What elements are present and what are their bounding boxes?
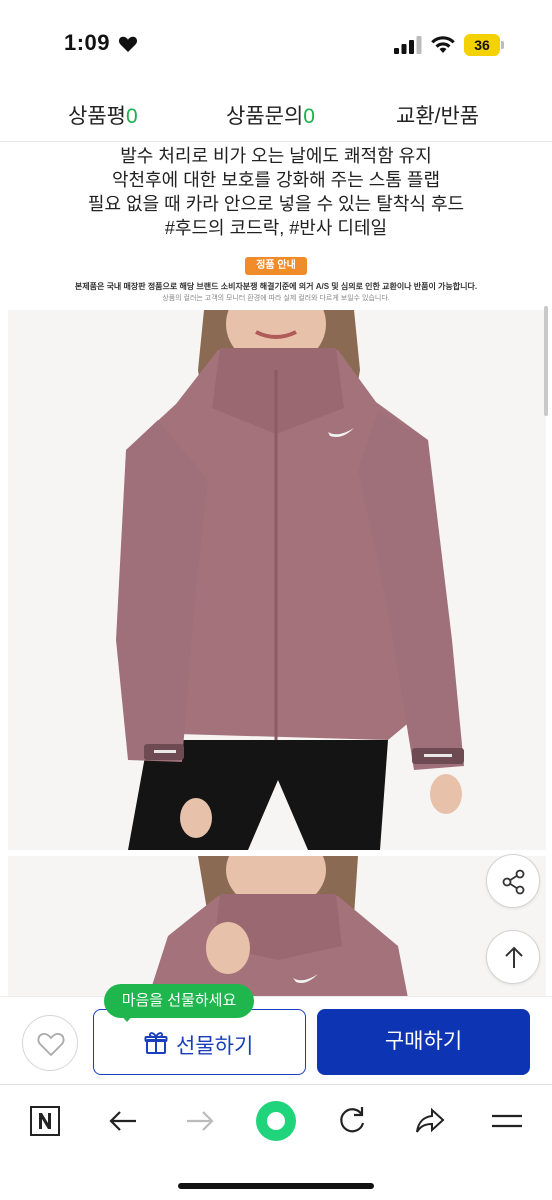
tab-reviews-label: 상품평 xyxy=(68,105,126,128)
cellular-signal-icon xyxy=(394,36,422,54)
status-time: 1:09 xyxy=(64,30,111,55)
home-icon xyxy=(267,1112,285,1130)
naver-home-button[interactable] xyxy=(27,1103,63,1139)
product-image-second xyxy=(8,856,546,998)
battery-level: 36 xyxy=(464,34,500,56)
menu-icon xyxy=(492,1114,522,1128)
tab-inquiry-count: 0 xyxy=(303,105,315,128)
description-line: 발수 처리로 비가 오는 날에도 쾌적함 유지 xyxy=(120,146,432,166)
color-disclaimer-text: 상품의 컬러는 고객의 모니터 환경에 따라 실제 컬러와 다르게 보일수 있습… xyxy=(162,295,390,302)
product-image-main xyxy=(8,310,546,850)
naver-n-icon xyxy=(30,1106,60,1136)
model-illustration xyxy=(8,310,546,850)
wishlist-button[interactable] xyxy=(22,1015,78,1071)
description-line: #후드의 코드락, #반사 디테일 xyxy=(164,218,388,238)
battery-icon: 36 xyxy=(464,34,504,56)
status-bar: 1:09 36 xyxy=(0,0,552,88)
wifi-icon xyxy=(431,36,455,53)
back-button[interactable] xyxy=(105,1103,141,1139)
reload-button[interactable] xyxy=(334,1103,370,1139)
share-icon xyxy=(416,1107,445,1133)
scroll-indicator[interactable] xyxy=(544,306,548,416)
back-arrow-icon xyxy=(109,1111,136,1131)
share-button[interactable] xyxy=(486,854,540,908)
genuine-notice-text: 본제품은 국내 매장판 정품으로 해당 브랜드 소비자분쟁 해결기준에 의거 A… xyxy=(74,282,478,291)
arrow-up-icon xyxy=(505,946,523,968)
battery-cap xyxy=(501,41,504,49)
home-button[interactable] xyxy=(256,1101,296,1141)
heart-icon xyxy=(118,36,138,52)
product-description: 발수 처리로 비가 오는 날에도 쾌적함 유지 악천후에 대한 보호를 강화해 … xyxy=(0,144,552,240)
gift-tooltip: 마음을 선물하세요 xyxy=(104,984,254,1018)
gift-button-label: 선물하기 xyxy=(176,1035,254,1058)
tab-reviews[interactable]: 상품평0 xyxy=(68,100,138,130)
browser-share-button[interactable] xyxy=(412,1103,448,1139)
home-indicator xyxy=(178,1183,374,1189)
scroll-to-top-button[interactable] xyxy=(486,930,540,984)
gift-tooltip-tail xyxy=(120,1014,134,1022)
tab-return[interactable]: 교환/반품 xyxy=(396,100,479,130)
tab-inquiry[interactable]: 상품문의0 xyxy=(226,100,315,130)
menu-button[interactable] xyxy=(489,1103,525,1139)
share-nodes-icon xyxy=(502,869,525,895)
model-illustration-2 xyxy=(8,856,546,998)
tab-reviews-count: 0 xyxy=(125,105,138,128)
genuine-badge: 정품 안내 xyxy=(245,257,307,275)
forward-button[interactable] xyxy=(182,1103,218,1139)
gift-icon xyxy=(144,1032,168,1054)
tab-inquiry-label: 상품문의 xyxy=(226,105,304,128)
forward-arrow-icon xyxy=(187,1111,214,1131)
description-line: 악천후에 대한 보호를 강화해 주는 스톰 플랩 xyxy=(111,170,441,190)
description-line: 필요 없을 때 카라 안으로 넣을 수 있는 탈착식 후드 xyxy=(87,194,465,214)
browser-toolbar xyxy=(0,1084,552,1200)
purchase-bar: 선물하기 구매하기 xyxy=(0,996,552,1084)
product-tabs: 상품평0 상품문의0 교환/반품 xyxy=(0,88,552,142)
reload-icon xyxy=(340,1107,365,1133)
heart-outline-icon xyxy=(37,1032,65,1057)
buy-button[interactable]: 구매하기 xyxy=(317,1009,530,1075)
